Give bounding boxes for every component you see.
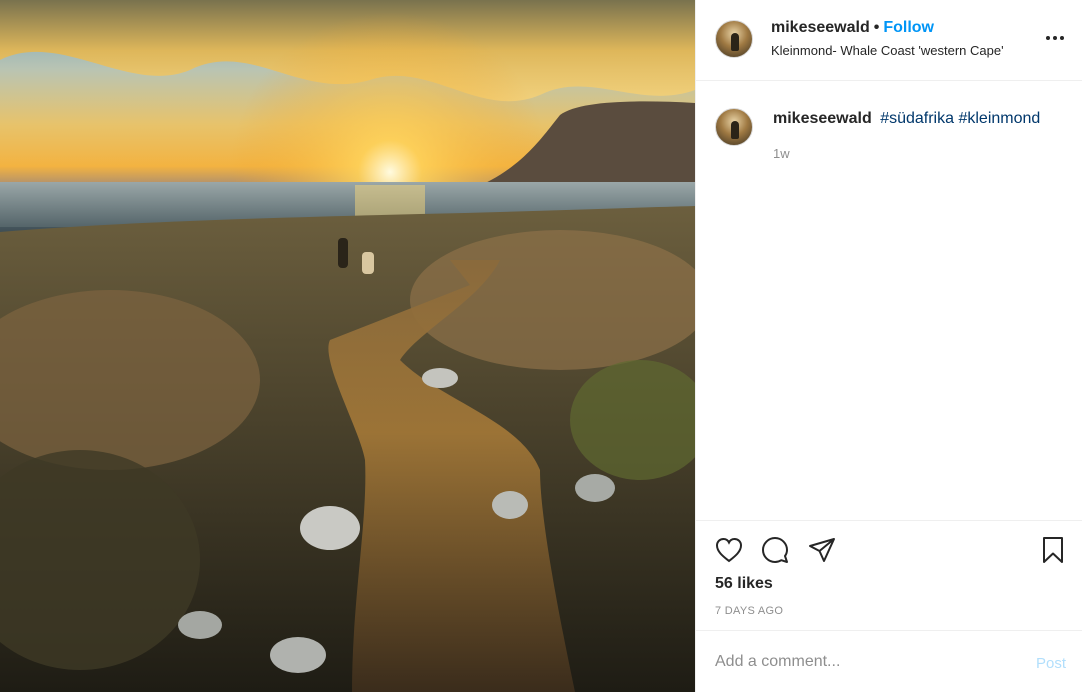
bookmark-icon[interactable] bbox=[1038, 535, 1068, 565]
comment-bar: Post bbox=[696, 630, 1082, 692]
heart-icon[interactable] bbox=[714, 535, 744, 565]
comment-input[interactable] bbox=[715, 653, 1015, 671]
caption-time[interactable]: 1w bbox=[773, 146, 790, 161]
post-comment-button[interactable]: Post bbox=[1036, 655, 1066, 672]
location-link[interactable]: Kleinmond- Whale Coast 'western Cape' bbox=[771, 43, 1004, 58]
photo-scene bbox=[0, 0, 695, 692]
more-options-icon[interactable] bbox=[1042, 28, 1068, 48]
header-username[interactable]: mikeseewald bbox=[771, 19, 870, 36]
avatar[interactable] bbox=[715, 20, 753, 58]
post-date[interactable]: 7 DAYS AGO bbox=[715, 605, 783, 617]
caption-text: mikeseewald #südafrika #kleinmond bbox=[773, 110, 1040, 128]
post-actions: 56 likes 7 DAYS AGO bbox=[696, 520, 1082, 630]
post-side-panel: mikeseewald • Follow Kleinmond- Whale Coas… bbox=[695, 0, 1082, 692]
caption-username[interactable]: mikeseewald bbox=[773, 110, 872, 127]
header-user-line: mikeseewald • Follow bbox=[771, 19, 934, 37]
separator-dot: • bbox=[873, 19, 880, 36]
likes-count[interactable]: 56 likes bbox=[715, 575, 773, 593]
hashtag-link[interactable]: #kleinmond bbox=[958, 110, 1040, 127]
caption-avatar[interactable] bbox=[715, 108, 753, 146]
hashtag-link[interactable]: #südafrika bbox=[880, 110, 954, 127]
paper-plane-icon[interactable] bbox=[807, 535, 837, 565]
post-header: mikeseewald • Follow Kleinmond- Whale Coas… bbox=[696, 0, 1082, 81]
post-photo[interactable] bbox=[0, 0, 695, 692]
follow-button[interactable]: Follow bbox=[883, 19, 934, 36]
comment-icon[interactable] bbox=[760, 535, 790, 565]
